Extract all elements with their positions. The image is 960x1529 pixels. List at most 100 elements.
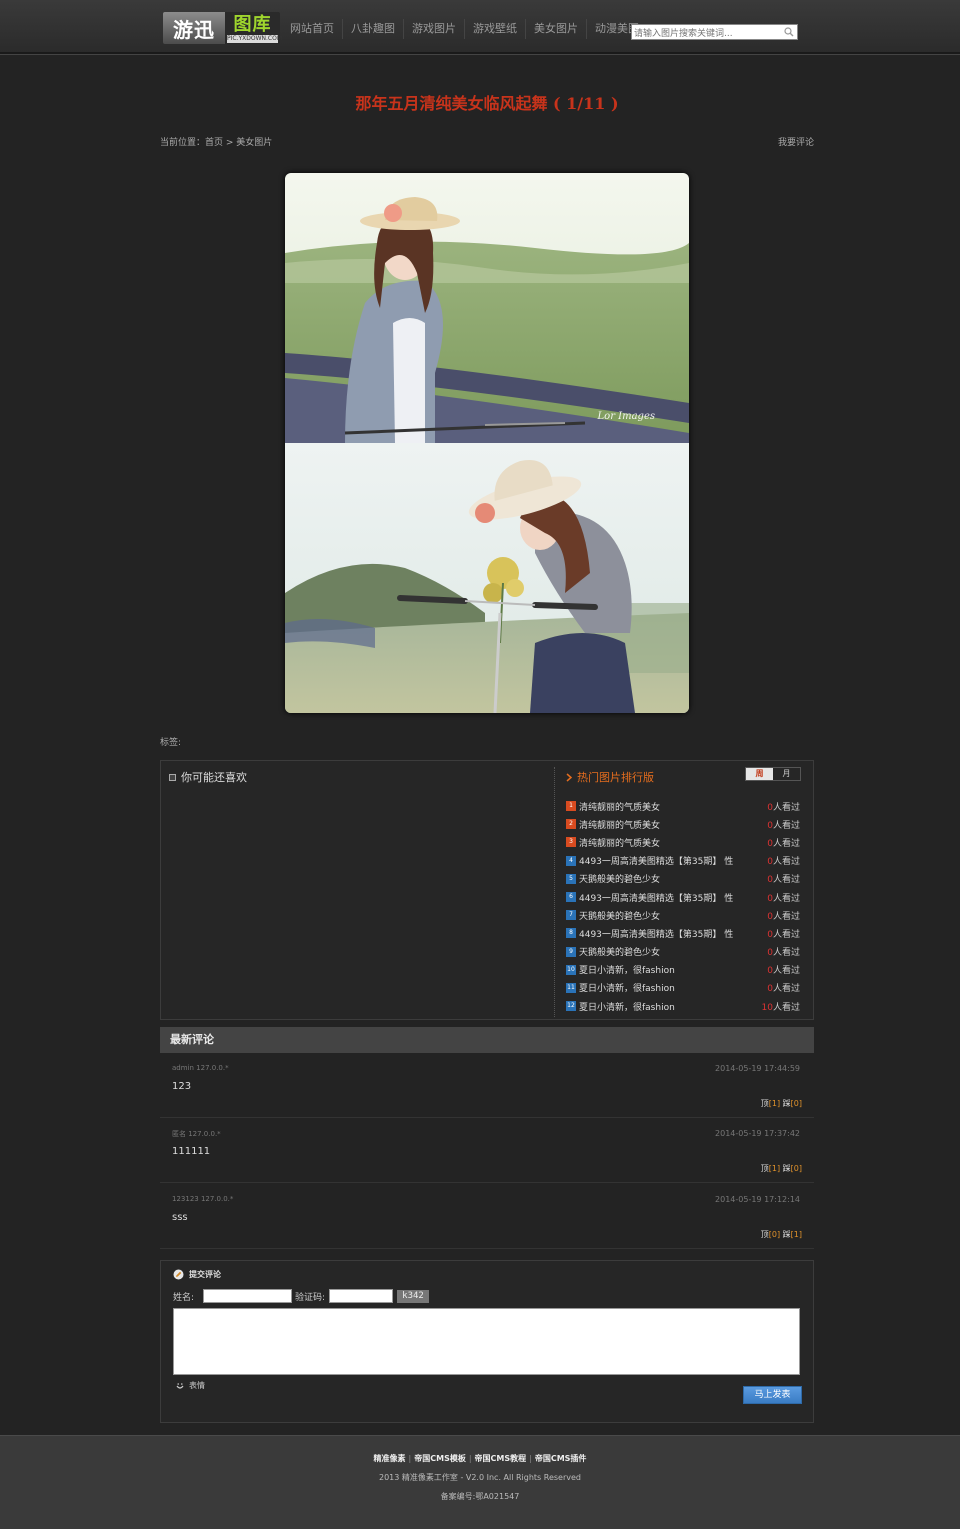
search-icon[interactable] xyxy=(784,27,794,37)
rank-item-title[interactable]: 夏日小清新，很fashion xyxy=(579,981,749,994)
nav-game-pictures[interactable]: 游戏图片 xyxy=(403,19,464,39)
upvote-label: 顶 xyxy=(760,1099,769,1108)
ranking-item[interactable]: 12 夏日小清新，很fashion 10人看过 xyxy=(566,997,806,1015)
comment-text: sss xyxy=(172,1212,188,1223)
nav-gossip[interactable]: 八卦趣图 xyxy=(342,19,403,39)
rank-item-title[interactable]: 4493一周高清美图精选【第35期】 性 xyxy=(579,927,749,940)
ranking-list: 1 清纯靓丽的气质美女 0人看过 2 清纯靓丽的气质美女 0人看过 3 清纯靓丽的气质美女 0人… xyxy=(566,797,806,1015)
rank-item-title[interactable]: 天鹅般美的碧色少女 xyxy=(579,909,749,922)
site-footer: 精准像素 | 帝国CMS模板 | 帝国CMS教程 | 帝国CMS插件 2013 精准像素工作… xyxy=(0,1435,960,1529)
rank-number-badge: 2 xyxy=(566,819,576,830)
write-comment-link[interactable]: 我要评论 xyxy=(778,135,814,148)
rank-item-title[interactable]: 天鹅般美的碧色少女 xyxy=(579,872,749,885)
downvote-label: 踩 xyxy=(782,1164,791,1173)
rank-item-title[interactable]: 4493一周高清美图精选【第35期】 性 xyxy=(579,854,749,867)
tab-week[interactable]: 周 xyxy=(746,768,773,780)
rank-number-badge: 6 xyxy=(566,892,576,903)
ranking-item[interactable]: 10 夏日小清新，很fashion 0人看过 xyxy=(566,961,806,979)
rank-item-title[interactable]: 清纯靓丽的气质美女 xyxy=(579,818,749,831)
footer-link-tutorials[interactable]: 帝国CMS教程 xyxy=(475,1454,527,1463)
submit-comment-button[interactable]: 马上发表 xyxy=(743,1386,802,1404)
logo-main-text: 游迅 xyxy=(163,12,225,44)
search-input[interactable] xyxy=(632,27,782,41)
captcha-input[interactable] xyxy=(329,1289,393,1303)
rank-item-title[interactable]: 夏日小清新，很fashion xyxy=(579,963,749,976)
rank-item-title[interactable]: 清纯靓丽的气质美女 xyxy=(579,800,749,813)
name-input[interactable] xyxy=(203,1289,292,1303)
rank-view-count: 0人看过 xyxy=(767,872,800,885)
latest-comments-header: 最新评论 xyxy=(160,1027,814,1053)
nav-game-wallpapers[interactable]: 游戏壁纸 xyxy=(464,19,525,39)
downvote-label: 踩 xyxy=(782,1230,791,1239)
ranking-item[interactable]: 5 天鹅般美的碧色少女 0人看过 xyxy=(566,870,806,888)
ranking-item[interactable]: 11 夏日小清新，很fashion 0人看过 xyxy=(566,979,806,997)
rank-item-title[interactable]: 4493一周高清美图精选【第35期】 性 xyxy=(579,891,749,904)
rank-view-count: 10人看过 xyxy=(762,1000,800,1013)
site-logo[interactable]: 游迅 图库 PIC.YXDOWN.COM xyxy=(163,12,282,44)
rank-number-badge: 7 xyxy=(566,910,576,921)
footer-link-plugins[interactable]: 帝国CMS插件 xyxy=(535,1454,587,1463)
rank-item-title[interactable]: 天鹅般美的碧色少女 xyxy=(579,945,749,958)
square-bullet-icon xyxy=(169,773,176,781)
breadcrumb-home[interactable]: 首页 xyxy=(205,138,223,148)
ranking-item[interactable]: 2 清纯靓丽的气质美女 0人看过 xyxy=(566,815,806,833)
ranking-tabs: 周 月 xyxy=(745,767,801,781)
photo-watermark: Lor Images xyxy=(597,411,655,422)
comment-time: 2014-05-19 17:37:42 xyxy=(715,1129,800,1138)
upvote-button[interactable]: 顶[1] xyxy=(761,1164,780,1173)
rank-item-title[interactable]: 夏日小清新，很fashion xyxy=(579,1000,749,1013)
rank-view-suffix: 人看过 xyxy=(772,984,800,995)
page-title: 那年五月清纯美女临风起舞 ( 1/11 ) xyxy=(355,94,619,113)
downvote-button[interactable]: 踩[0] xyxy=(783,1164,802,1173)
comment-votes: 顶[1] 踩[0] xyxy=(761,1098,802,1109)
downvote-button[interactable]: 踩[0] xyxy=(783,1099,802,1108)
footer-sep: | xyxy=(408,1454,412,1463)
rank-number-badge: 5 xyxy=(566,873,576,884)
comment-textarea[interactable] xyxy=(173,1308,800,1375)
comment-form: 提交评论 姓名: 验证码: k342 表情 马上发表 xyxy=(160,1260,814,1423)
downvote-button[interactable]: 踩[1] xyxy=(783,1230,802,1239)
downvote-count: [0] xyxy=(790,1099,802,1108)
upvote-count: [0] xyxy=(768,1230,781,1239)
rank-view-suffix: 人看过 xyxy=(772,838,800,849)
rank-view-count: 0人看过 xyxy=(767,981,800,994)
ranking-item[interactable]: 4 4493一周高清美图精选【第35期】 性 0人看过 xyxy=(566,852,806,870)
footer-link-templates[interactable]: 帝国CMS模板 xyxy=(414,1454,466,1463)
upvote-button[interactable]: 顶[0] xyxy=(761,1230,780,1239)
rank-item-title[interactable]: 清纯靓丽的气质美女 xyxy=(579,836,749,849)
captcha-label: 验证码: xyxy=(295,1293,326,1303)
ranking-title-text: 热门图片排行版 xyxy=(577,771,654,784)
ranking-item[interactable]: 6 4493一周高清美图精选【第35期】 性 0人看过 xyxy=(566,888,806,906)
rank-view-suffix: 人看过 xyxy=(772,802,800,813)
tab-month[interactable]: 月 xyxy=(773,768,800,780)
ranking-item[interactable]: 8 4493一周高清美图精选【第35期】 性 0人看过 xyxy=(566,924,806,942)
main-photo[interactable]: Lor Images xyxy=(285,173,689,713)
upvote-button[interactable]: 顶[1] xyxy=(761,1099,780,1108)
rank-view-count: 0人看过 xyxy=(767,909,800,922)
upvote-label: 顶 xyxy=(760,1164,769,1173)
breadcrumb-category[interactable]: 美女图片 xyxy=(236,138,272,148)
footer-icp: 备案编号:鄂A021547 xyxy=(440,1492,520,1501)
rank-number-badge: 11 xyxy=(566,982,576,993)
comment-user: admin 127.0.0.* xyxy=(172,1064,229,1072)
captcha-image[interactable]: k342 xyxy=(397,1290,429,1303)
rank-view-suffix: 人看过 xyxy=(772,929,800,940)
ranking-item[interactable]: 1 清纯靓丽的气质美女 0人看过 xyxy=(566,797,806,815)
ranking-item[interactable]: 7 天鹅般美的碧色少女 0人看过 xyxy=(566,906,806,924)
rank-view-suffix: 人看过 xyxy=(772,911,800,922)
nav-home[interactable]: 网站首页 xyxy=(282,19,342,39)
footer-link-jzxs[interactable]: 精准像素 xyxy=(374,1454,406,1463)
footer-sep: | xyxy=(529,1454,532,1463)
rank-view-suffix: 人看过 xyxy=(772,948,800,959)
related-section-title: 你可能还喜欢 xyxy=(169,769,247,785)
comment-item: 匿名 127.0.0.* 2014-05-19 17:37:42 111111 顶[1… xyxy=(160,1118,814,1183)
nav-beauty-pictures[interactable]: 美女图片 xyxy=(525,19,586,39)
emoji-button[interactable]: 表情 xyxy=(175,1380,205,1391)
comment-item: 123123 127.0.0.* 2014-05-19 17:12:14 sss 顶[… xyxy=(160,1184,814,1249)
ranking-section-title: 热门图片排行版 xyxy=(566,769,654,785)
chevron-right-icon xyxy=(566,772,572,782)
ranking-item[interactable]: 3 清纯靓丽的气质美女 0人看过 xyxy=(566,833,806,851)
downvote-count: [1] xyxy=(790,1230,802,1239)
ranking-item[interactable]: 9 天鹅般美的碧色少女 0人看过 xyxy=(566,943,806,961)
rank-number-badge: 3 xyxy=(566,837,576,848)
